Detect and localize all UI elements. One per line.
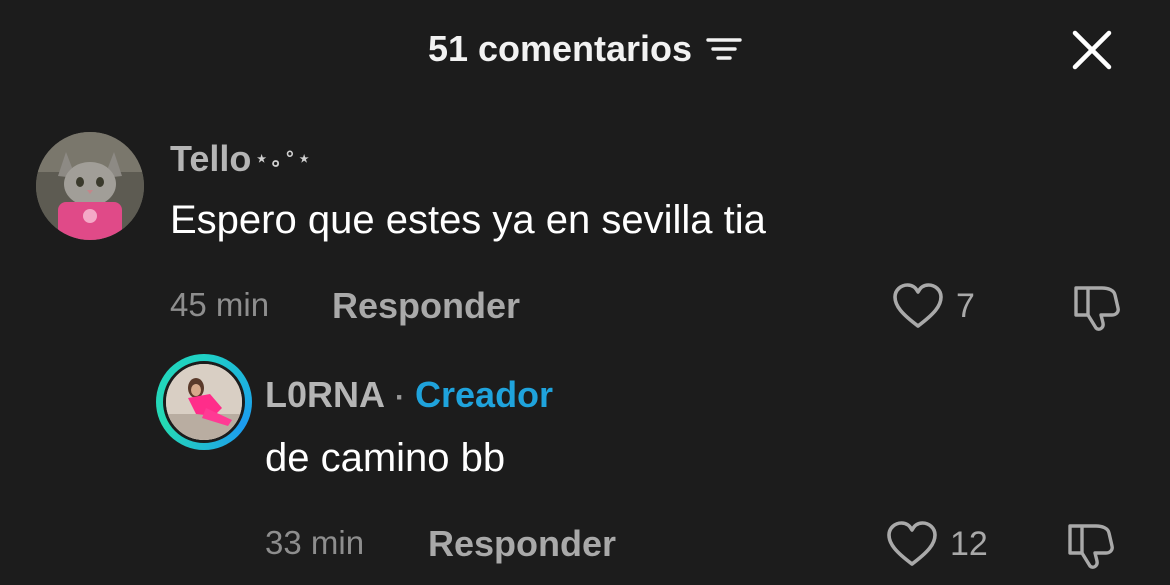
close-icon[interactable] bbox=[1066, 24, 1118, 76]
username-text: Tello bbox=[170, 138, 252, 179]
like-button[interactable]: 12 bbox=[886, 520, 988, 568]
comment-text: de camino bb bbox=[265, 436, 506, 480]
reply-button[interactable]: Responder bbox=[428, 523, 616, 565]
like-count: 7 bbox=[956, 286, 975, 325]
like-count: 12 bbox=[950, 524, 988, 563]
heart-icon bbox=[893, 283, 943, 328]
username-decoration: ⋆｡°⋆ bbox=[255, 148, 315, 170]
comment-username[interactable]: Tello ⋆｡°⋆ bbox=[170, 138, 314, 180]
avatar-tello[interactable] bbox=[36, 132, 144, 240]
comments-count-title: 51 comentarios bbox=[427, 28, 693, 69]
username-text: L0RNA bbox=[265, 374, 386, 415]
comment-time: 45 min bbox=[170, 286, 270, 323]
creator-avatar-icon bbox=[166, 364, 242, 440]
separator-dot: · bbox=[395, 381, 406, 414]
cat-avatar-icon bbox=[36, 132, 144, 240]
comment-text: Espero que estes ya en sevilla tia bbox=[170, 198, 766, 242]
comment-username[interactable]: L0RNA · Creador bbox=[265, 374, 553, 416]
comments-title-row[interactable]: 51 comentarios bbox=[0, 28, 1170, 70]
thumbs-down-icon[interactable] bbox=[1062, 516, 1118, 572]
sort-filter-icon[interactable] bbox=[706, 35, 742, 63]
comments-header: 51 comentarios bbox=[0, 0, 1170, 100]
heart-icon bbox=[887, 521, 937, 566]
creator-badge: Creador bbox=[415, 374, 554, 415]
reply-button[interactable]: Responder bbox=[332, 285, 520, 327]
avatar-l0rna[interactable] bbox=[163, 361, 245, 443]
thumbs-down-icon[interactable] bbox=[1068, 278, 1124, 334]
like-button[interactable]: 7 bbox=[892, 282, 975, 330]
comment-time: 33 min bbox=[265, 524, 365, 561]
